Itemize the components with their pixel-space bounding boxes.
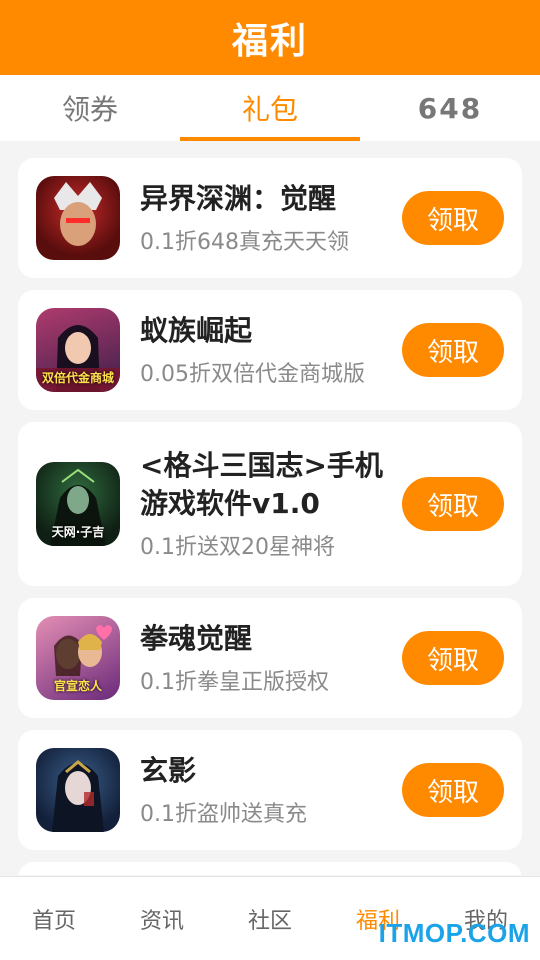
list-item[interactable]: 双倍代金商城 蚁族崛起 0.05折双倍代金商城版 领取 xyxy=(18,290,522,410)
game-avatar-icon xyxy=(36,176,120,260)
list-item[interactable]: 玄影 0.1折盗帅送真充 领取 xyxy=(18,730,522,850)
nav-news[interactable]: 资讯 xyxy=(108,877,216,960)
game-info: <格斗三国志>手机游戏软件v1.0 0.1折送双20星神将 xyxy=(140,447,390,561)
game-description: 0.1折拳皇正版授权 xyxy=(140,670,329,695)
list-item[interactable]: 异界深渊：觉醒 0.1折648真充天天领 领取 xyxy=(18,158,522,278)
app-header: 福利 xyxy=(0,0,540,75)
claim-button[interactable]: 领取 xyxy=(402,477,504,531)
tab-bar: 领券 礼包 648 xyxy=(0,75,540,141)
game-title: 玄影 xyxy=(140,754,197,787)
game-avatar-icon: 双倍代金商城 xyxy=(36,308,120,392)
claim-button[interactable]: 领取 xyxy=(402,763,504,817)
game-title: 拳魂觉醒 xyxy=(140,622,253,655)
game-avatar-icon xyxy=(36,748,120,832)
tab-coupons[interactable]: 领券 xyxy=(0,75,180,141)
tab-gift-packs[interactable]: 礼包 xyxy=(180,75,360,141)
game-info: 玄影 0.1折盗帅送真充 xyxy=(140,752,390,828)
game-info: 拳魂觉醒 0.1折拳皇正版授权 xyxy=(140,620,390,696)
gift-list[interactable]: 异界深渊：觉醒 0.1折648真充天天领 领取 双倍代金商城 蚁族崛起 0.05… xyxy=(18,158,522,875)
game-title: <格斗三国志>手机游戏软件v1.0 xyxy=(140,449,383,520)
game-description: 0.1折送双20星神将 xyxy=(140,535,335,560)
icon-caption: 天网·子吉 xyxy=(51,525,105,539)
game-info: 蚁族崛起 0.05折双倍代金商城版 xyxy=(140,312,390,388)
watermark: ITMOP.COM xyxy=(378,918,530,948)
game-description: 0.1折648真充天天领 xyxy=(140,230,349,255)
game-description: 0.1折盗帅送真充 xyxy=(140,802,307,827)
icon-caption: 双倍代金商城 xyxy=(41,371,114,385)
game-info: 异界深渊：觉醒 0.1折648真充天天领 xyxy=(140,180,390,256)
nav-home[interactable]: 首页 xyxy=(0,877,108,960)
claim-button[interactable]: 领取 xyxy=(402,323,504,377)
list-item[interactable]: 天网·子吉 <格斗三国志>手机游戏软件v1.0 0.1折送双20星神将 领取 xyxy=(18,422,522,586)
claim-button[interactable]: 领取 xyxy=(402,631,504,685)
page-title: 福利 xyxy=(231,20,308,62)
list-item[interactable]: 官宣恋人 拳魂觉醒 0.1折拳皇正版授权 领取 xyxy=(18,598,522,718)
game-description: 0.05折双倍代金商城版 xyxy=(140,362,365,387)
tab-648[interactable]: 648 xyxy=(360,75,540,141)
game-title: 蚁族崛起 xyxy=(140,314,253,347)
nav-community[interactable]: 社区 xyxy=(216,877,324,960)
game-title: 异界深渊：觉醒 xyxy=(140,182,337,215)
icon-caption: 官宣恋人 xyxy=(53,679,102,693)
claim-button[interactable]: 领取 xyxy=(402,191,504,245)
game-avatar-icon: 天网·子吉 xyxy=(36,462,120,546)
list-item[interactable] xyxy=(18,862,522,875)
game-avatar-icon: 官宣恋人 xyxy=(36,616,120,700)
